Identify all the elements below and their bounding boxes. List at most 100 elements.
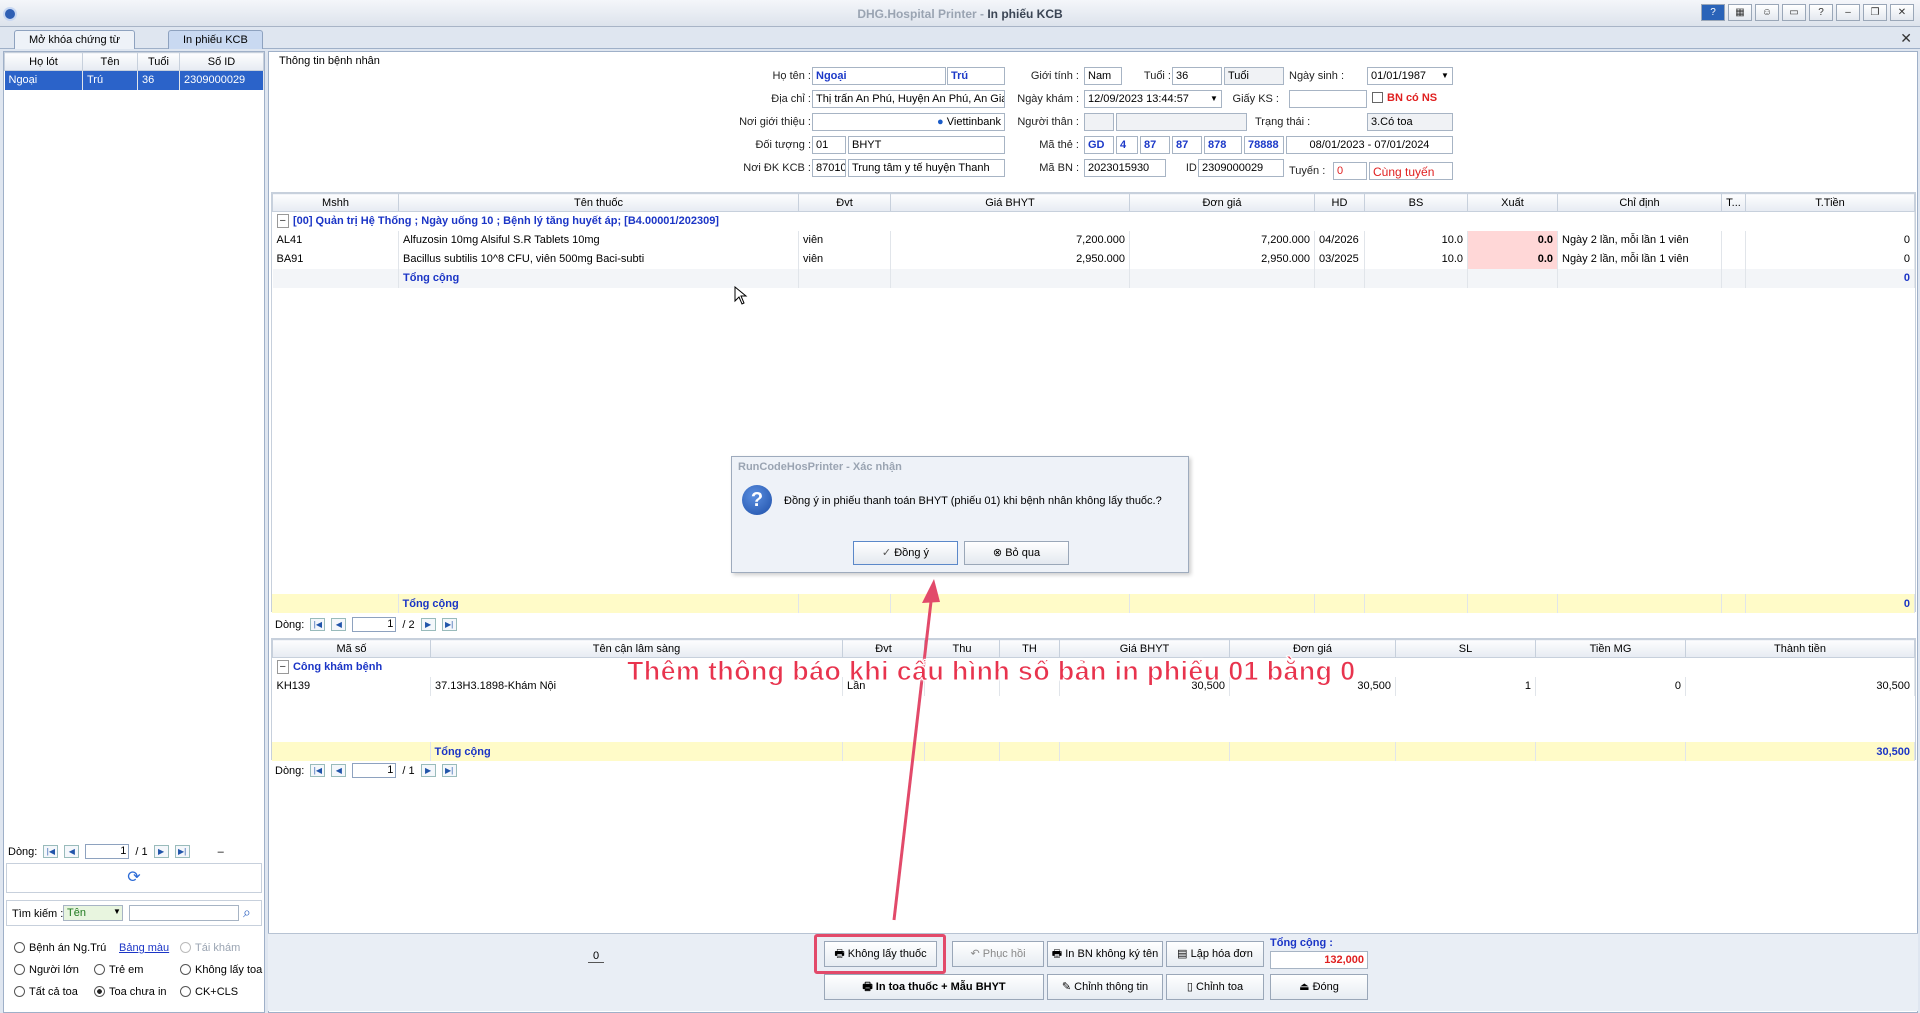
page-input[interactable]: 1	[352, 617, 397, 632]
table-row[interactable]: BA91 Bacillus subtilis 10^8 CFU, viên 500…	[272, 249, 1915, 269]
ok-button[interactable]: ✓ Đồng ý	[853, 541, 958, 565]
lap-hoa-don-button[interactable]: ▤ Lập hóa đơn	[1166, 941, 1264, 967]
ma-the-part[interactable]: GD	[1084, 136, 1114, 154]
in-toa-button[interactable]: 🖶 In toa thuốc + Mẫu BHYT	[824, 974, 1044, 1000]
refresh-icon[interactable]: ⟳	[6, 863, 262, 893]
page-input[interactable]: 1	[352, 763, 397, 778]
col-tien-mg[interactable]: Tiền MG	[1535, 639, 1686, 658]
gioi-tinh-field[interactable]: Nam	[1084, 67, 1122, 85]
dong-button[interactable]: ⏏ Đóng	[1270, 974, 1368, 1000]
first-page-button[interactable]: |◀	[310, 764, 326, 777]
bang-mau-link[interactable]: Bảng màu	[119, 942, 169, 954]
table-row[interactable]: Ngoại Trú 36 2309000029	[4, 70, 264, 90]
ten-field[interactable]: Trú	[947, 67, 1005, 85]
last-page-button[interactable]: ▶|	[441, 618, 457, 631]
col-ten-cls[interactable]: Tên cận lâm sàng	[430, 639, 843, 658]
noi-dk-code[interactable]: 87010	[812, 159, 846, 177]
col-thanh-tien[interactable]: Thành tiền	[1685, 639, 1915, 658]
next-page-button[interactable]: ▶	[153, 845, 169, 858]
group-row[interactable]: − [00] Quản trị Hệ Thống ; Ngày uống 10 ;…	[272, 211, 1915, 231]
tab-mo-khoa[interactable]: Mở khóa chứng từ	[14, 30, 136, 49]
prev-page-button[interactable]: ◀	[331, 764, 347, 777]
col-don-gia[interactable]: Đơn giá	[1129, 193, 1315, 212]
col-don-gia[interactable]: Đơn giá	[1229, 639, 1396, 658]
col-tuoi[interactable]: Tuổi	[137, 52, 180, 71]
next-page-button[interactable]: ▶	[420, 618, 436, 631]
radio-toa-chua-in[interactable]: Toa chưa in	[94, 986, 167, 998]
radio-benh-an[interactable]: Bệnh án Ng.Trú	[14, 942, 106, 954]
radio-ck-cls[interactable]: CK+CLS	[180, 986, 238, 998]
col-so-id[interactable]: Số ID	[179, 52, 264, 71]
phuc-hoi-button[interactable]: ↶ Phục hồi	[952, 941, 1044, 967]
col-ten-thuoc[interactable]: Tên thuốc	[398, 193, 799, 212]
col-chi-dinh[interactable]: Chỉ định	[1557, 193, 1722, 212]
chinh-thong-tin-button[interactable]: ✎ Chỉnh thông tin	[1047, 974, 1163, 1000]
ho-field[interactable]: Ngoại	[812, 67, 946, 85]
radio-tre-em[interactable]: Trẻ em	[94, 964, 143, 976]
chinh-toa-button[interactable]: ▯ Chỉnh toa	[1166, 974, 1264, 1000]
last-page-button[interactable]: ▶|	[174, 845, 190, 858]
tab-in-phieu[interactable]: In phiếu KCB	[168, 30, 263, 49]
col-t[interactable]: T...	[1721, 193, 1746, 212]
col-xuat[interactable]: Xuất	[1467, 193, 1558, 212]
help-icon[interactable]: ?	[1701, 4, 1725, 21]
prev-page-button[interactable]: ◀	[331, 618, 347, 631]
tuyen-code[interactable]: 0	[1333, 162, 1367, 180]
check-tai-kham[interactable]: Tái khám	[180, 942, 240, 954]
table-row[interactable]: AL41 Alfuzosin 10mg Alsiful S.R Tablets 1…	[272, 230, 1915, 250]
col-ho-lot[interactable]: Họ lót	[4, 52, 83, 71]
search-icon[interactable]: ⌕	[243, 904, 251, 921]
prev-page-button[interactable]: ◀	[64, 845, 80, 858]
doi-tuong-field[interactable]: BHYT	[848, 136, 1005, 154]
dia-chi-field[interactable]: Thị trấn An Phú, Huyện An Phú, An Giang	[812, 90, 1005, 108]
ngay-kham-field[interactable]: 12/09/2023 13:44:57	[1084, 90, 1222, 108]
col-ten[interactable]: Tên	[82, 52, 138, 71]
doi-tuong-code[interactable]: 01	[812, 136, 846, 154]
col-gia-bhyt[interactable]: Giá BHYT	[890, 193, 1130, 212]
ma-the-part[interactable]: 4	[1116, 136, 1138, 154]
first-page-button[interactable]: |◀	[43, 845, 59, 858]
col-th[interactable]: TH	[999, 639, 1060, 658]
radio-khong-lay-toa[interactable]: Không lấy toa	[180, 964, 262, 976]
ma-the-part[interactable]: 87	[1140, 136, 1170, 154]
next-page-button[interactable]: ▶	[420, 764, 436, 777]
col-sl[interactable]: SL	[1395, 639, 1536, 658]
col-mshh[interactable]: Mshh	[272, 193, 399, 212]
screen-icon[interactable]: ▭	[1782, 4, 1806, 21]
cancel-button[interactable]: ⊗ Bỏ qua	[964, 541, 1069, 565]
in-bn-khong-ky-button[interactable]: 🖶 In BN không ký tên	[1047, 941, 1163, 967]
people-icon[interactable]: ☺	[1755, 4, 1779, 21]
radio-tat-ca-toa[interactable]: Tất cả toa	[14, 986, 78, 998]
col-hd[interactable]: HD	[1314, 193, 1365, 212]
col-bs[interactable]: BS	[1364, 193, 1468, 212]
han-the-field[interactable]: 08/01/2023 - 07/01/2024	[1286, 136, 1453, 154]
ma-the-part[interactable]: 87	[1172, 136, 1202, 154]
id-field[interactable]: 2309000029	[1198, 159, 1284, 177]
nguoi-than-field[interactable]	[1116, 113, 1247, 131]
col-dvt[interactable]: Đvt	[798, 193, 891, 212]
restore-button[interactable]: ❐	[1863, 4, 1887, 21]
ma-bn-field[interactable]: 2023015930	[1084, 159, 1166, 177]
tuoi-field[interactable]: 36	[1172, 67, 1222, 85]
noi-dk-field[interactable]: Trung tâm y tế huyện Thanh	[848, 159, 1005, 177]
col-t-tien[interactable]: T.Tiền	[1745, 193, 1915, 212]
ma-the-part[interactable]: 78888	[1244, 136, 1284, 154]
bn-co-ns-check[interactable]: BN có NS	[1372, 92, 1437, 104]
noi-gioi-thieu-field[interactable]: ● Viettinbank	[812, 113, 1005, 131]
close-button[interactable]: ✕	[1890, 4, 1914, 21]
col-gia-bhyt[interactable]: Giá BHYT	[1059, 639, 1230, 658]
khong-lay-thuoc-button[interactable]: 🖶 Không lấy thuốc	[824, 941, 937, 967]
ma-the-part[interactable]: 878	[1204, 136, 1242, 154]
search-input[interactable]	[129, 905, 239, 921]
col-ma-so[interactable]: Mã số	[272, 639, 431, 658]
giay-ks-field[interactable]	[1289, 90, 1367, 108]
nguoi-than-code[interactable]	[1084, 113, 1114, 131]
tuyen-field[interactable]: Cùng tuyến	[1369, 162, 1453, 180]
page-input[interactable]: 1	[85, 844, 130, 859]
about-icon[interactable]: ?	[1809, 4, 1833, 21]
close-tab-icon[interactable]: ✕	[1900, 30, 1912, 47]
calculator-icon[interactable]: ▦	[1728, 4, 1752, 21]
last-page-button[interactable]: ▶|	[441, 764, 457, 777]
minimize-button[interactable]: –	[1836, 4, 1860, 21]
first-page-button[interactable]: |◀	[310, 618, 326, 631]
